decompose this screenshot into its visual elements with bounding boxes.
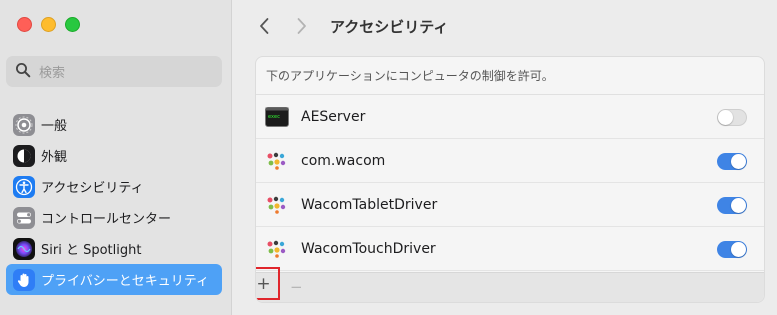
wacom-icon <box>265 149 289 173</box>
close-window-button[interactable] <box>17 17 32 32</box>
sidebar-item-label: 一般 <box>41 119 68 134</box>
siri-icon <box>13 237 35 260</box>
app-permissions-panel: 下のアプリケーションにコンピュータの制御を許可。 exec AEServer c… <box>255 56 765 303</box>
window-controls <box>17 17 80 32</box>
toggle-knob <box>731 242 746 257</box>
permission-toggle[interactable] <box>717 197 747 214</box>
svg-text:exec: exec <box>268 114 280 120</box>
wacom-icon <box>265 193 289 217</box>
panel-description: 下のアプリケーションにコンピュータの制御を許可。 <box>256 57 764 95</box>
app-name: AEServer <box>301 108 366 125</box>
sidebar-item-control-center[interactable]: コントロールセンター <box>6 202 222 233</box>
wacom-icon <box>265 237 289 261</box>
app-name: WacomTouchDriver <box>301 240 436 257</box>
app-row-com-wacom: com.wacom <box>256 139 764 183</box>
toggle-knob <box>731 198 746 213</box>
sidebar-item-label: コントロールセンター <box>41 212 172 227</box>
search-icon <box>15 62 31 82</box>
back-button[interactable] <box>253 14 275 38</box>
panel-footer: + − <box>256 267 764 302</box>
toolbar: アクセシビリティ <box>233 0 777 52</box>
add-app-button[interactable]: + <box>256 267 280 300</box>
sidebar-item-appearance[interactable]: 外観 <box>6 140 222 171</box>
search-placeholder: 検索 <box>39 66 66 81</box>
terminal-app-icon: exec <box>265 105 289 129</box>
appearance-icon <box>13 144 35 167</box>
toggle-knob <box>731 154 746 169</box>
search-field[interactable]: 検索 <box>6 56 222 87</box>
sidebar-item-accessibility[interactable]: アクセシビリティ <box>6 171 222 202</box>
forward-button[interactable] <box>291 14 313 38</box>
permission-toggle[interactable] <box>717 153 747 170</box>
sidebar-item-label: 外観 <box>41 150 68 165</box>
app-row-wacom-touch-driver: WacomTouchDriver <box>256 227 764 271</box>
app-row-aeserver: exec AEServer <box>256 95 764 139</box>
hand-icon <box>13 268 35 291</box>
sidebar-item-label: プライバシーとセキュリティ <box>41 274 209 289</box>
control-center-icon <box>13 206 35 229</box>
remove-app-button[interactable]: − <box>290 278 303 296</box>
accessibility-icon <box>13 175 35 198</box>
minimize-window-button[interactable] <box>41 17 56 32</box>
zoom-window-button[interactable] <box>65 17 80 32</box>
permission-toggle[interactable] <box>717 241 747 258</box>
sidebar-item-siri-spotlight[interactable]: Siri と Spotlight <box>6 233 222 264</box>
sidebar: 検索 一般 外観 アクセシビリティ コントロールセンター Siri と Spot… <box>0 0 232 315</box>
permission-toggle[interactable] <box>717 109 747 126</box>
page-title: アクセシビリティ <box>330 18 449 36</box>
chevron-right-icon <box>297 18 306 34</box>
gear-icon <box>13 113 35 136</box>
chevron-left-icon <box>260 18 269 34</box>
sidebar-item-privacy-security[interactable]: プライバシーとセキュリティ <box>6 264 222 295</box>
app-row-wacom-tablet-driver: WacomTabletDriver <box>256 183 764 227</box>
sidebar-item-general[interactable]: 一般 <box>6 109 222 140</box>
app-name: com.wacom <box>301 152 386 169</box>
app-name: WacomTabletDriver <box>301 196 438 213</box>
sidebar-item-label: Siri と Spotlight <box>41 243 142 258</box>
sidebar-item-label: アクセシビリティ <box>41 181 144 196</box>
sidebar-nav: 一般 外観 アクセシビリティ コントロールセンター Siri と Spotlig… <box>6 109 222 295</box>
toggle-knob <box>718 110 733 125</box>
main-content: アクセシビリティ 下のアプリケーションにコンピュータの制御を許可。 exec A… <box>233 0 777 315</box>
